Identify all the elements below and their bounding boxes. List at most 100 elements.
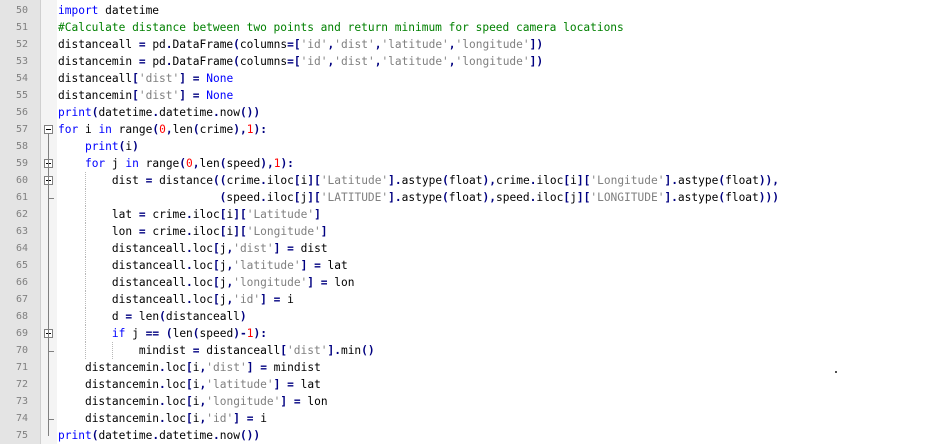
code-editor[interactable]: 50 import datetime 51 #Calculate distance b…: [0, 0, 933, 444]
code-line[interactable]: 54 distanceall['dist'] = None: [0, 70, 933, 87]
code-line[interactable]: 57 for i in range(0,len(crime),1):: [0, 121, 933, 138]
code-line[interactable]: 67 distanceall.loc[j,'id'] = i: [0, 291, 933, 308]
code-token: (: [219, 157, 227, 170]
code-token: distancemin: [84, 361, 160, 374]
code-token: 'longitude': [455, 38, 530, 51]
code-token: columns: [239, 55, 288, 68]
code-token: [: [212, 259, 220, 272]
code-line[interactable]: 66 distanceall.loc[j,'longitude'] = lon: [0, 274, 933, 291]
code-line[interactable]: 61 (speed.iloc[j]['LATITUDE'].astype(flo…: [0, 189, 933, 206]
code-text: distanceall = pd.DataFrame(columns=['id'…: [58, 36, 543, 53]
code-line[interactable]: 69 if j == (len(speed)-1):: [0, 325, 933, 342]
fold-end-marker: [48, 419, 54, 420]
code-token: if: [111, 327, 126, 340]
line-number: 63: [15, 226, 28, 237]
code-token: ): [239, 310, 247, 323]
code-token: distanceall: [111, 242, 186, 255]
code-line[interactable]: 58 print(i): [0, 138, 933, 155]
fold-toggle-icon[interactable]: [44, 125, 53, 134]
code-line[interactable]: 71 distancemin.loc[i,'dist'] = mindist: [0, 359, 933, 376]
line-number: 65: [15, 260, 28, 271]
line-number: 51: [15, 22, 28, 33]
code-line[interactable]: 68 d = len(distanceall): [0, 308, 933, 325]
code-token: distancemin: [58, 55, 139, 68]
code-token: =: [287, 378, 294, 391]
code-token: .: [185, 293, 193, 306]
code-token: ]: [320, 225, 328, 238]
code-text: distancemin.loc[i,'id'] = i: [58, 410, 267, 427]
code-line[interactable]: 62 lat = crime.iloc[i]['Latitude']: [0, 206, 933, 223]
code-token: distancemin: [84, 378, 160, 391]
code-token: iloc: [192, 208, 220, 221]
code-token: =: [192, 72, 200, 85]
line-number: 54: [15, 73, 28, 84]
code-text: distancemin = pd.DataFrame(columns=['id'…: [58, 53, 543, 70]
code-line[interactable]: 55 distancemin['dist'] = None: [0, 87, 933, 104]
code-token: ,: [448, 38, 456, 51]
code-line[interactable]: 51 #Calculate distance between two points…: [0, 19, 933, 36]
code-line[interactable]: 60 dist = distance((crime.iloc[i]['Latit…: [0, 172, 933, 189]
code-token: ]: [179, 89, 187, 102]
indent-guide: [84, 257, 86, 274]
code-token: ].: [327, 344, 341, 357]
code-line[interactable]: 74 distancemin.loc[i,'id'] = i: [0, 410, 933, 427]
code-token: =: [192, 89, 200, 102]
code-token: .: [159, 361, 166, 374]
code-token: ][: [307, 191, 321, 204]
code-line[interactable]: 64 distanceall.loc[j,'dist'] = dist: [0, 240, 933, 257]
code-token: mindist: [266, 361, 321, 374]
code-token: distance: [152, 174, 213, 187]
code-token: (: [442, 191, 449, 204]
code-token: i: [280, 293, 294, 306]
fold-guide-line: [48, 134, 49, 436]
code-token: 'LATITUDE': [320, 191, 389, 204]
code-token: [: [293, 191, 301, 204]
code-line[interactable]: 73 distancemin.loc[i,'longitude'] = lon: [0, 393, 933, 410]
code-token: ].: [388, 174, 402, 187]
code-line[interactable]: 52 distanceall = pd.DataFrame(columns=['i…: [0, 36, 933, 53]
line-number: 72: [15, 379, 28, 390]
code-token: iloc: [536, 191, 564, 204]
code-line[interactable]: 56 print(datetime.datetime.now()): [0, 104, 933, 121]
code-token: in: [125, 157, 139, 170]
line-number: 67: [15, 294, 28, 305]
code-line[interactable]: 75 print(datetime.datetime.now()): [0, 427, 933, 444]
code-token: [: [293, 174, 301, 187]
code-token: 'longitude': [455, 55, 530, 68]
line-number: 74: [15, 413, 28, 424]
code-token: 'id': [233, 293, 261, 306]
code-token: 'id': [300, 38, 328, 51]
code-token: import: [58, 4, 106, 17]
fold-end-marker: [48, 198, 54, 199]
code-line[interactable]: 65 distanceall.loc[j,'latitude'] = lat: [0, 257, 933, 274]
code-token: ()): [239, 429, 261, 442]
code-line[interactable]: 53 distancemin = pd.DataFrame(columns=['i…: [0, 53, 933, 70]
code-token: .: [260, 174, 267, 187]
code-token: crime: [226, 174, 261, 187]
code-token: float: [725, 174, 759, 187]
code-token: crime: [145, 225, 187, 238]
code-line[interactable]: 63 lon = crime.iloc[i]['Longitude']: [0, 223, 933, 240]
code-token: datetime: [98, 106, 153, 119]
code-line[interactable]: 59 for j in range(0,len(speed),1):: [0, 155, 933, 172]
code-line[interactable]: 50 import datetime: [0, 2, 933, 19]
line-number: 75: [15, 430, 28, 441]
code-token: loc: [192, 276, 213, 289]
code-token: ]: [260, 293, 267, 306]
code-text: dist = distance((crime.iloc[i]['Latitude…: [58, 172, 779, 189]
code-token: astype: [677, 174, 719, 187]
code-token: =: [260, 361, 267, 374]
code-token: j: [570, 191, 577, 204]
code-token: loc: [165, 412, 187, 425]
code-line[interactable]: 70 mindist = distanceall['dist'].min(): [0, 342, 933, 359]
code-token: iloc: [266, 174, 294, 187]
code-line[interactable]: 72 distancemin.loc[i,'latitude'] = lat: [0, 376, 933, 393]
code-token: ]: [314, 208, 321, 221]
code-token: i: [192, 378, 200, 391]
line-number: 50: [15, 5, 28, 16]
code-text: distancemin.loc[i,'dist'] = mindist: [58, 359, 321, 376]
code-token: lon: [111, 225, 139, 238]
code-token: ))): [758, 191, 779, 204]
code-token: for: [84, 157, 106, 170]
